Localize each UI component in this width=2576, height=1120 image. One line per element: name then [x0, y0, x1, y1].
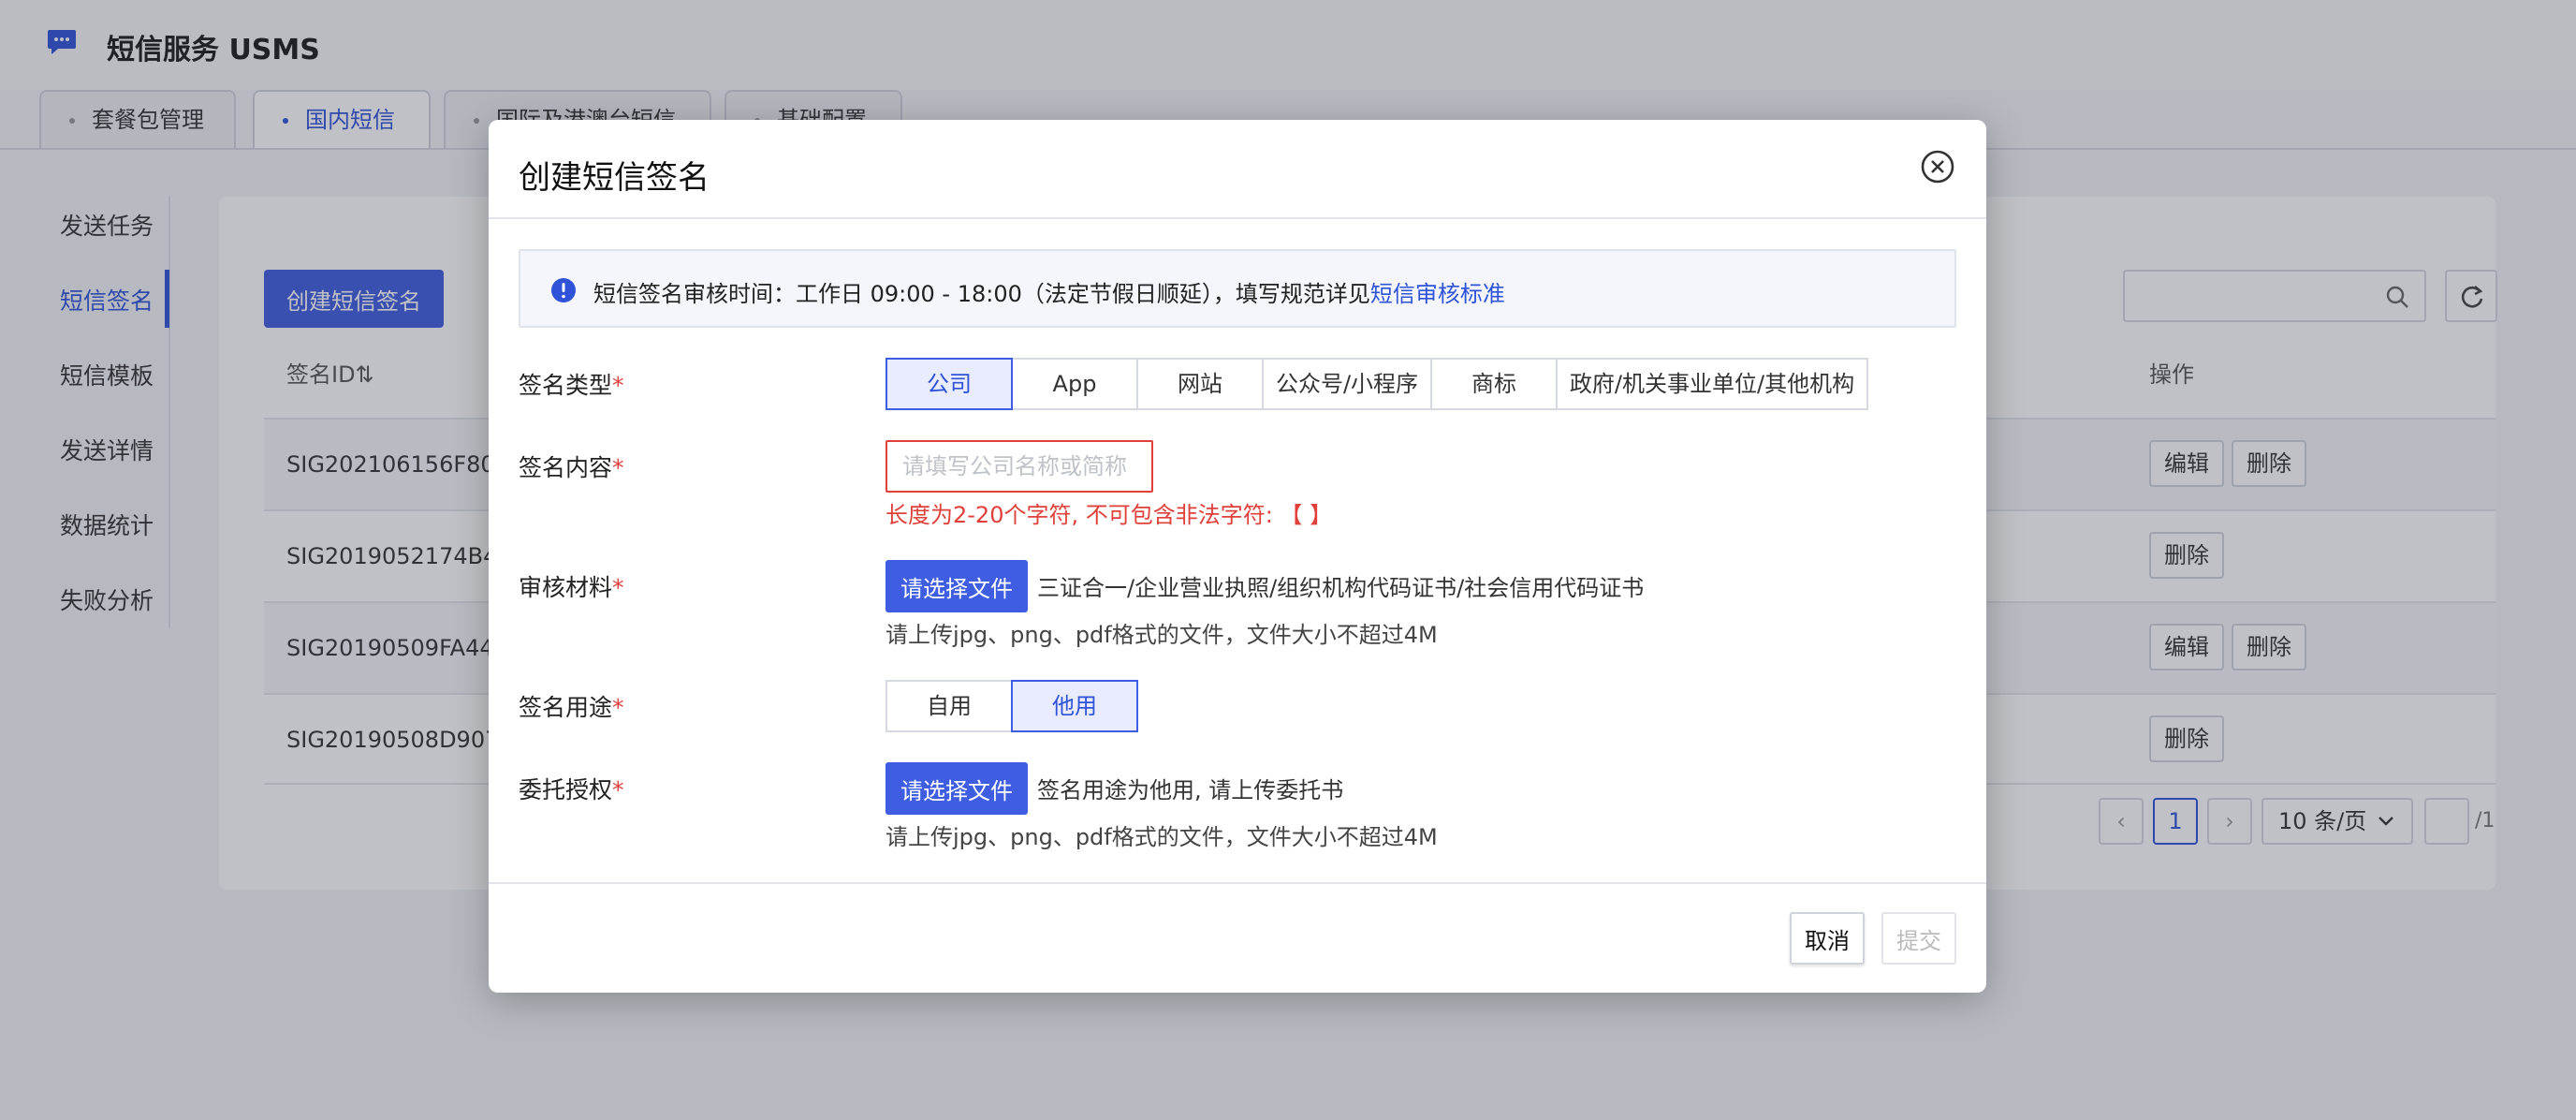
- required-mark: *: [612, 574, 624, 601]
- review-material-hint: 请上传jpg、png、pdf格式的文件，文件大小不超过4M: [886, 622, 1438, 648]
- authorization-upload-button[interactable]: 请选择文件: [886, 762, 1028, 815]
- review-material-description: 三证合一/企业营业执照/组织机构代码证书/社会信用代码证书: [1037, 575, 1645, 601]
- signature-type-trademark[interactable]: 商标: [1430, 358, 1558, 410]
- signature-content-label: 签名内容*: [519, 454, 624, 481]
- required-mark: *: [612, 372, 624, 399]
- review-material-label: 审核材料*: [519, 574, 624, 601]
- dialog-header-divider: [489, 217, 1986, 219]
- create-signature-dialog: 创建短信签名 短信签名审核时间：工作日 09:00 - 18:00（法定节假日顺…: [489, 120, 1986, 993]
- required-mark: *: [612, 454, 624, 481]
- review-material-upload-button[interactable]: 请选择文件: [886, 560, 1028, 612]
- signature-usage-label: 签名用途*: [519, 694, 624, 721]
- signature-type-label: 签名类型*: [519, 372, 624, 399]
- info-icon: [551, 278, 576, 302]
- dialog-title: 创建短信签名: [519, 159, 710, 197]
- submit-button[interactable]: 提交: [1881, 912, 1956, 965]
- signature-type-app[interactable]: App: [1011, 358, 1138, 410]
- authorization-label: 委托授权*: [519, 776, 624, 803]
- signature-usage-self[interactable]: 自用: [886, 680, 1013, 732]
- signature-type-website[interactable]: 网站: [1136, 358, 1264, 410]
- review-standard-link[interactable]: 短信审核标准: [1370, 281, 1505, 307]
- dialog-footer-divider: [489, 882, 1986, 884]
- close-icon[interactable]: [1919, 148, 1956, 185]
- required-mark: *: [612, 694, 624, 721]
- signature-content-error: 长度为2-20个字符, 不可包含非法字符: 【 】: [886, 502, 1333, 528]
- authorization-hint: 请上传jpg、png、pdf格式的文件，文件大小不超过4M: [886, 824, 1438, 850]
- review-notice: 短信签名审核时间：工作日 09:00 - 18:00（法定节假日顺延），填写规范…: [519, 249, 1956, 328]
- signature-type-government[interactable]: 政府/机关事业单位/其他机构: [1556, 358, 1868, 410]
- authorization-description: 签名用途为他用, 请上传委托书: [1037, 777, 1344, 803]
- signature-type-company[interactable]: 公司: [886, 358, 1013, 410]
- required-mark: *: [612, 776, 624, 803]
- cancel-button[interactable]: 取消: [1790, 912, 1865, 965]
- notice-text: 短信签名审核时间：工作日 09:00 - 18:00（法定节假日顺延），填写规范…: [593, 281, 1370, 307]
- signature-content-input[interactable]: [886, 440, 1153, 493]
- signature-type-official-account[interactable]: 公众号/小程序: [1262, 358, 1432, 410]
- signature-usage-others[interactable]: 他用: [1011, 680, 1138, 732]
